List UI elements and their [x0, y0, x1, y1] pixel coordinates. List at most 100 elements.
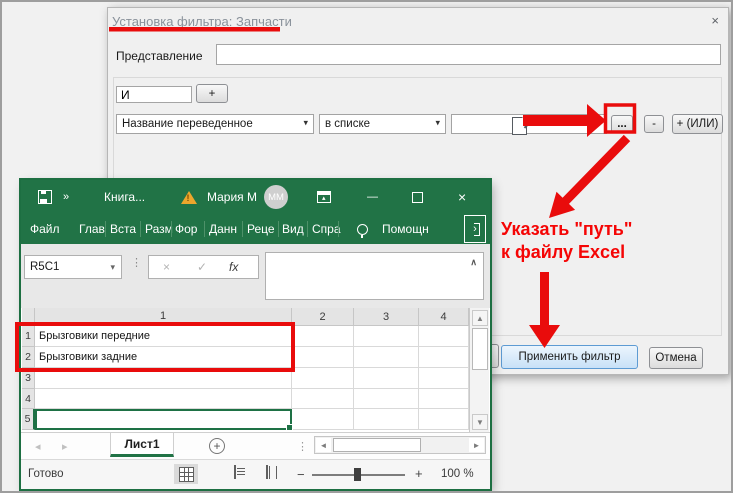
cell[interactable] — [354, 368, 419, 389]
user-avatar[interactable]: ММ — [264, 185, 288, 209]
cell[interactable] — [292, 368, 354, 389]
zoom-out-button[interactable]: − — [297, 467, 305, 482]
scroll-up-icon[interactable]: ▲ — [472, 310, 488, 326]
cell[interactable] — [292, 389, 354, 409]
view-page-break-button[interactable] — [266, 466, 268, 478]
cell[interactable] — [419, 326, 469, 347]
sheet-tab-bar: ◂ ▸ Лист1 + ⋮ ◄ ► — [21, 432, 490, 459]
column-header-2[interactable]: 2 — [292, 308, 354, 326]
scroll-left-icon[interactable]: ◄ — [316, 438, 331, 452]
column-header-3[interactable]: 3 — [354, 308, 419, 326]
callout-line-1: Указать "путь" — [501, 218, 632, 241]
maximize-button[interactable] — [412, 180, 423, 214]
cell[interactable] — [419, 389, 469, 409]
column-header-1[interactable]: 1 — [35, 308, 292, 326]
name-box[interactable]: R5C1 ▾ — [24, 255, 122, 279]
excel-window: » Книга... ! Мария М ММ ▴ — × — [21, 180, 490, 489]
tab-home[interactable]: Глав — [79, 214, 105, 244]
tab-data[interactable]: Данн — [209, 214, 237, 244]
sheet-nav-right-icon[interactable]: ▸ — [62, 440, 68, 453]
vertical-scrollbar[interactable]: ▲ ▼ — [469, 308, 489, 432]
scrollbar-thumb[interactable] — [333, 438, 421, 452]
remove-condition-button[interactable]: - — [644, 115, 664, 133]
sheet-nav-left-icon[interactable]: ◂ — [35, 440, 41, 453]
callout-line-2: к файлу Excel — [501, 241, 632, 264]
collapse-formula-bar-icon[interactable]: ∧ — [470, 257, 477, 268]
tab-formulas[interactable]: Фор — [175, 214, 197, 244]
tab-file[interactable]: Файл — [30, 214, 60, 244]
select-all-corner[interactable] — [22, 308, 35, 326]
view-normal-button[interactable] — [174, 464, 198, 484]
cell[interactable] — [419, 347, 469, 368]
row-header-2[interactable]: 2 — [22, 347, 35, 368]
zoom-slider-thumb[interactable] — [354, 468, 361, 481]
drag-dots-icon: ⋮ — [297, 440, 308, 453]
tab-help[interactable]: Спра — [312, 214, 341, 244]
screenshot-root: Установка фильтра: Запчасти × Представле… — [0, 0, 733, 493]
ribbon-expand-button[interactable]: › — [464, 215, 486, 243]
tab-insert[interactable]: Вста — [110, 214, 136, 244]
cancel-button[interactable]: Отмена — [649, 347, 703, 369]
scrollbar-thumb[interactable] — [472, 328, 488, 370]
cell-r2c1[interactable]: Брызговики задние — [35, 347, 292, 368]
representation-input[interactable] — [216, 44, 721, 65]
tab-assistant[interactable]: Помощн — [382, 214, 429, 244]
cell[interactable] — [419, 409, 469, 430]
cell[interactable] — [419, 368, 469, 389]
cell[interactable] — [354, 347, 419, 368]
ribbon-display-options-icon[interactable]: ▴ — [317, 180, 331, 214]
chevron-down-icon: ▾ — [303, 118, 308, 129]
scroll-right-icon[interactable]: ► — [469, 438, 484, 452]
view-page-layout-button[interactable] — [234, 466, 236, 478]
cell[interactable] — [292, 347, 354, 368]
cell[interactable] — [354, 389, 419, 409]
enter-entry-icon[interactable]: ✓ — [197, 260, 207, 274]
cell-r1c1[interactable]: Брызговики передние — [35, 326, 292, 347]
chevron-down-icon[interactable]: ▾ — [110, 262, 115, 273]
quick-access-more-icon[interactable]: » — [63, 180, 68, 214]
excel-titlebar: » Книга... ! Мария М ММ ▴ — × — [21, 180, 490, 214]
cell[interactable] — [292, 326, 354, 347]
formula-bar-area: R5C1 ▾ ⋮ × ✓ fx ∧ — [21, 244, 490, 308]
field-select[interactable]: Название переведенное ▾ — [116, 114, 314, 134]
insert-function-icon[interactable]: fx — [229, 260, 238, 274]
cell[interactable] — [292, 409, 354, 430]
save-icon[interactable] — [38, 180, 52, 214]
window-close-button[interactable]: × — [458, 180, 466, 214]
value-field[interactable] — [451, 114, 607, 134]
add-or-button[interactable]: + (ИЛИ) — [672, 114, 723, 134]
minimize-button[interactable]: — — [367, 180, 378, 214]
row-header-5[interactable]: 5 — [22, 409, 35, 430]
tab-review[interactable]: Реце — [247, 214, 275, 244]
cell-r3c1[interactable] — [35, 368, 292, 389]
scroll-down-icon[interactable]: ▼ — [472, 414, 488, 430]
cancel-entry-icon[interactable]: × — [163, 260, 170, 274]
formula-bar[interactable]: ∧ — [265, 252, 484, 300]
browse-file-button[interactable]: ... — [611, 115, 633, 133]
chevron-down-icon: ▾ — [435, 118, 440, 129]
operator-input[interactable] — [116, 86, 192, 103]
sheet-tab-list1[interactable]: Лист1 — [110, 433, 174, 457]
representation-label: Представление — [116, 49, 203, 63]
tell-me-lightbulb-icon[interactable] — [357, 214, 368, 244]
column-header-4[interactable]: 4 — [419, 308, 469, 326]
horizontal-scrollbar[interactable]: ◄ ► — [314, 436, 486, 454]
close-icon[interactable]: × — [711, 13, 719, 28]
tab-layout[interactable]: Разм — [145, 214, 173, 244]
zoom-in-button[interactable]: + — [415, 466, 423, 481]
row-header-3[interactable]: 3 — [22, 368, 35, 389]
apply-filter-button[interactable]: Применить фильтр — [501, 345, 638, 369]
dialog-title: Установка фильтра: Запчасти — [112, 14, 292, 29]
row-header-4[interactable]: 4 — [22, 389, 35, 409]
formula-buttons: × ✓ fx — [148, 255, 259, 279]
add-sheet-icon[interactable]: + — [209, 438, 225, 454]
cell-r4c1[interactable] — [35, 389, 292, 409]
cell[interactable] — [354, 409, 419, 430]
cell[interactable] — [354, 326, 419, 347]
add-condition-button[interactable]: + — [196, 84, 228, 103]
drag-dots-icon: ⋮ — [131, 256, 142, 269]
tab-view[interactable]: Вид — [282, 214, 304, 244]
condition-select[interactable]: в списке ▾ — [319, 114, 446, 134]
warning-icon: ! — [181, 180, 197, 214]
row-header-1[interactable]: 1 — [22, 326, 35, 347]
